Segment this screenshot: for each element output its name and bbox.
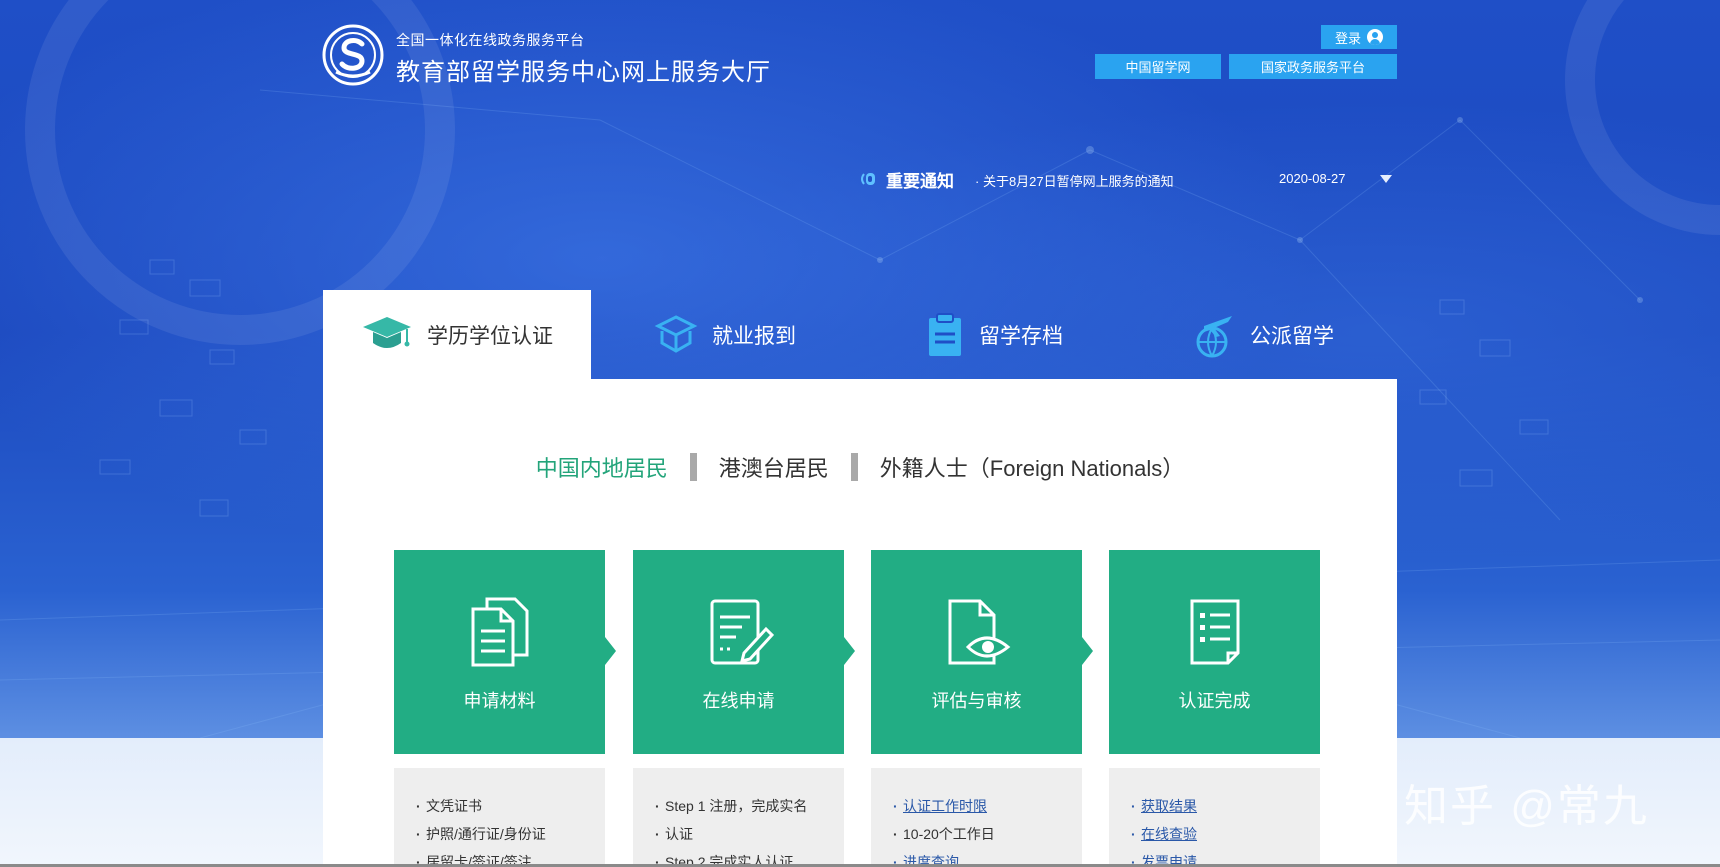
step-arrow [1082,637,1093,665]
watermark: 知乎 @常九 [1404,782,1649,831]
plane-globe-icon [1196,315,1232,357]
graduation-cap-icon [363,316,411,348]
tab-label: 公派留学 [1250,324,1334,348]
step-card-complete[interactable]: 认证完成 [1109,550,1320,754]
step-label: 在线申请 [702,691,775,711]
checklist-icon [1190,599,1239,665]
step-label: 认证完成 [1178,691,1251,711]
tab-label: 学历学位认证 [427,324,553,348]
tab-degree-certification[interactable]: 学历学位认证 [323,290,591,379]
documents-icon [471,597,528,667]
login-button[interactable]: 登录 [1321,25,1397,49]
cscse-logo-icon [322,24,384,86]
main-panel: 中国内地居民 港澳台居民 外籍人士（Foreign Nationals） 申请材… [323,379,1397,867]
tab-label: 留学存档 [979,324,1063,348]
step-label: 申请材料 [463,691,536,711]
archive-icon [929,312,961,356]
platform-subtitle: 全国一体化在线政务服务平台 [396,32,585,48]
tab-study-abroad-archive[interactable]: 留学存档 [860,290,1128,379]
step-label: 评估与审核 [931,691,1022,711]
cscse-site-link[interactable]: 中国留学网 [1095,54,1221,79]
site-title: 教育部留学服务中心网上服务大厅 [396,59,771,86]
notice-link[interactable]: · 关于8月27日暂停网上服务的通知 [975,171,1174,190]
get-result-link[interactable]: 获取结果 [1131,792,1320,820]
tab-employment-registration[interactable]: 就业报到 [591,290,859,379]
work-time-limit-link[interactable]: 认证工作时限 [893,792,1082,820]
notice-dropdown-icon[interactable] [1380,175,1392,183]
info-box-complete: 获取结果 在线查验 发票申请 [1109,768,1320,867]
list-item: 护照/通行证/身份证 [416,820,605,848]
step-arrow [844,637,855,665]
file-eye-icon [948,599,1010,665]
user-icon [1367,29,1383,45]
login-label: 登录 [1334,30,1361,46]
list-item: 文凭证书 [416,792,605,820]
tab-government-sponsored[interactable]: 公派留学 [1128,290,1396,379]
info-box-materials: 文凭证书 护照/通行证/身份证 居留卡/签证/签注 [394,768,605,867]
notice-date: 2020-08-27 [1279,171,1346,186]
online-verify-link[interactable]: 在线查验 [1131,820,1320,848]
separator [689,453,697,481]
broadcast-icon [861,173,875,185]
resident-option-hmt[interactable]: 港澳台居民 [717,451,831,483]
separator [850,453,858,481]
info-box-online-application: Step 1 注册，完成实名 认证 Step 2 完成实人认证 [633,768,844,867]
step-card-review[interactable]: 评估与审核 [871,550,1082,754]
tab-label: 就业报到 [712,324,796,348]
step-card-materials[interactable]: 申请材料 [394,550,605,754]
notice-label: 重要通知 [886,172,954,191]
gov-service-platform-link[interactable]: 国家政务服务平台 [1229,54,1397,79]
list-item: Step 1 注册，完成实名 [655,792,844,820]
cube-icon [654,314,698,353]
list-item: 10-20个工作日 [893,820,1082,848]
info-box-review: 认证工作时限 10-20个工作日 进度查询 [871,768,1082,867]
resident-option-foreign[interactable]: 外籍人士（Foreign Nationals） [878,451,1186,483]
step-arrow [605,637,616,665]
step-card-online-application[interactable]: 在线申请 [633,550,844,754]
edit-form-icon [710,599,774,665]
list-item-continued: 认证 [655,820,844,848]
resident-type-selector: 中国内地居民 港澳台居民 外籍人士（Foreign Nationals） [323,451,1397,483]
resident-option-mainland[interactable]: 中国内地居民 [534,451,670,483]
